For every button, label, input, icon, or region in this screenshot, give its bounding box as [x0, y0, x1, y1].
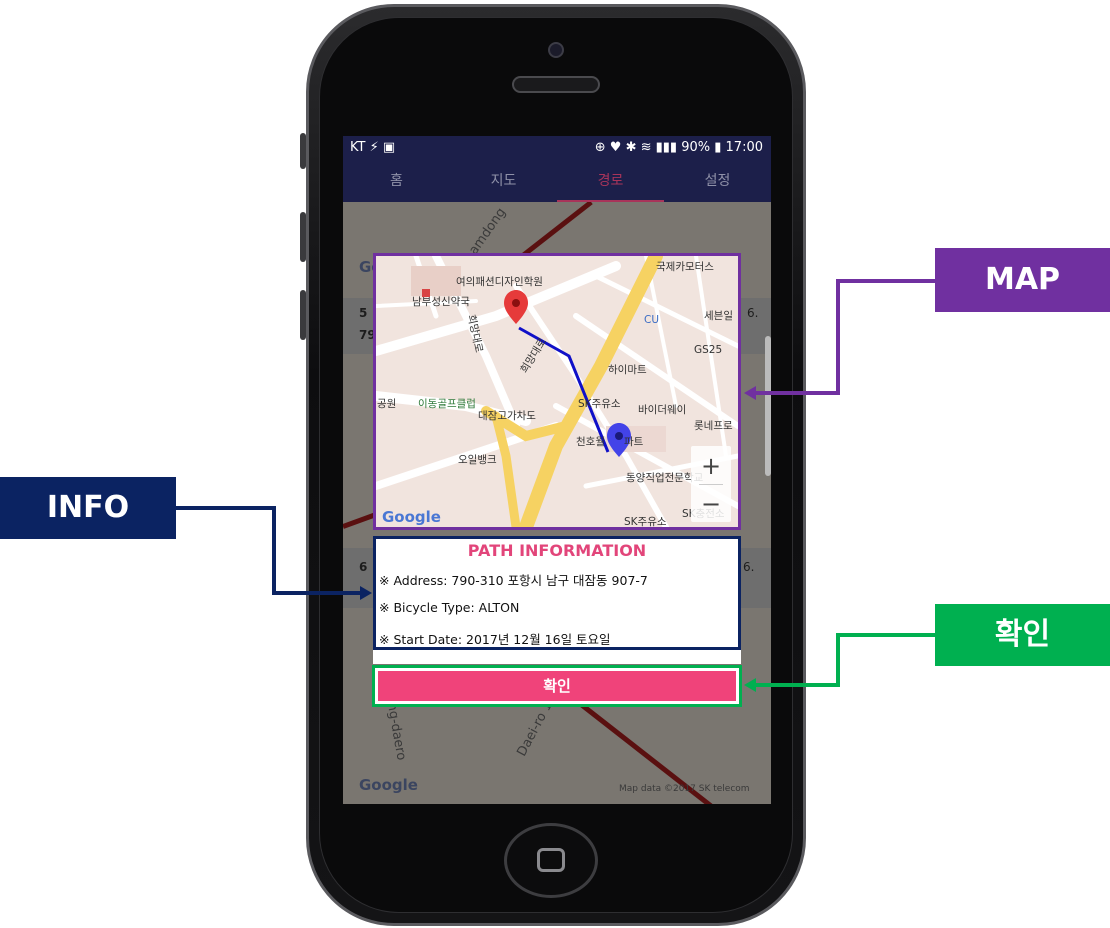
info-callout: INFO [0, 477, 176, 539]
map-callout: MAP [935, 248, 1110, 312]
confirm-callout: 확인 [935, 604, 1110, 666]
callout-connectors [176, 279, 935, 692]
